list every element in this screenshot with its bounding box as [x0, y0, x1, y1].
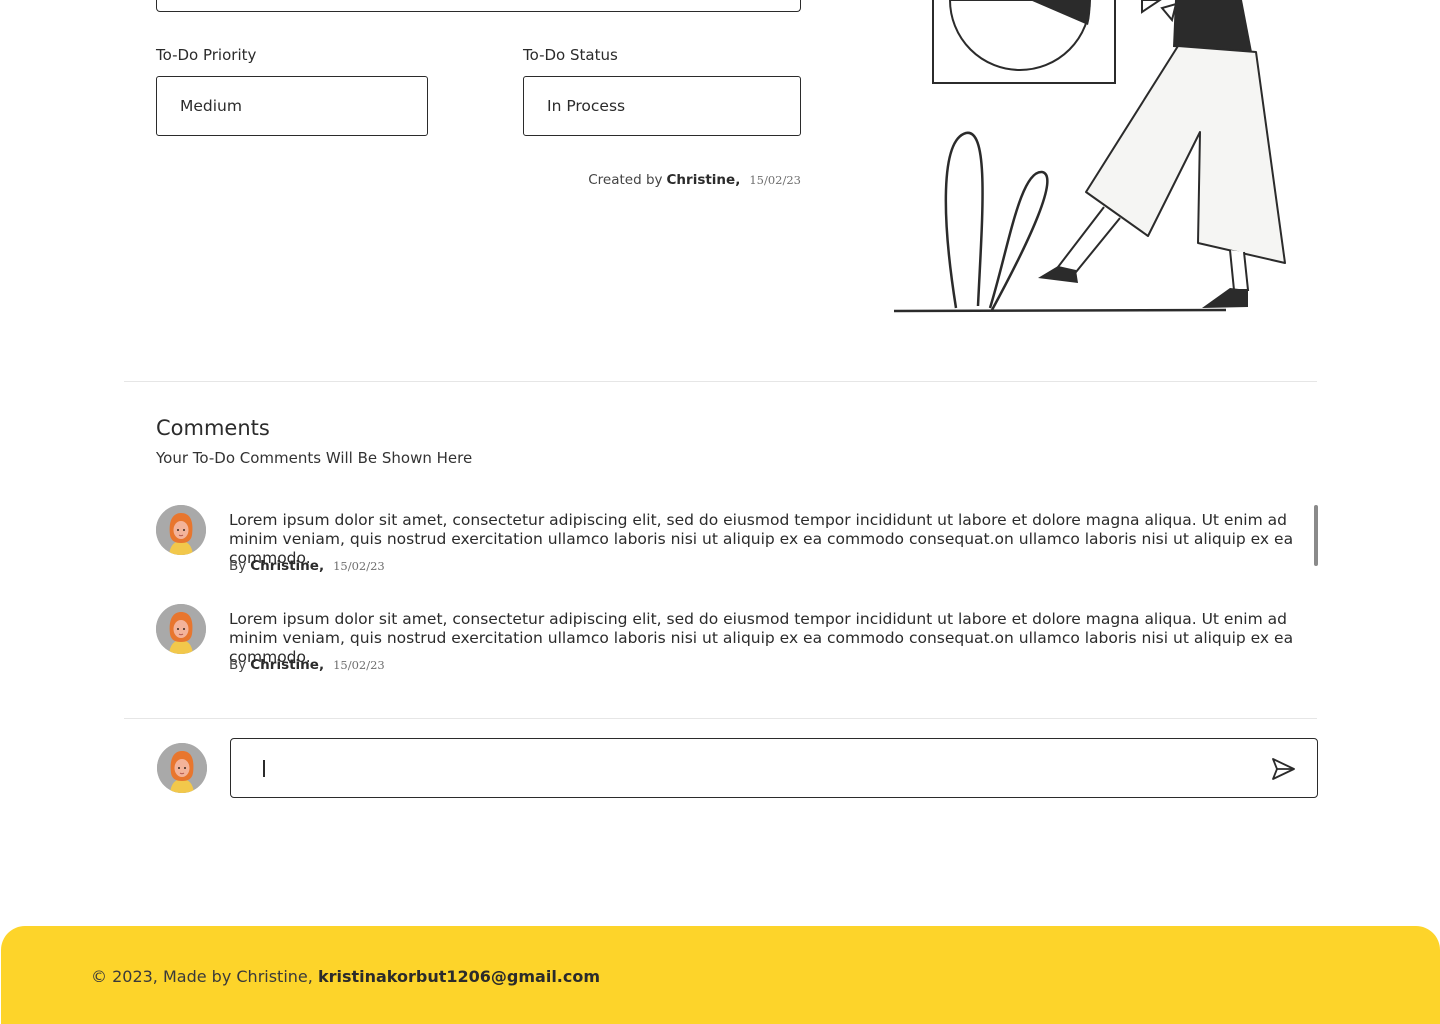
comment-meta: By Christine, 15/02/23: [229, 558, 385, 574]
footer-copyright: © 2023, Made by Christine,: [91, 967, 313, 986]
comment-by-label: By: [229, 657, 247, 673]
footer: © 2023, Made by Christine, kristinakorbu…: [1, 926, 1440, 1024]
comment-meta: By Christine, 15/02/23: [229, 657, 385, 673]
priority-label: To-Do Priority: [156, 46, 257, 64]
comment-date: 15/02/23: [333, 658, 385, 672]
text-caret: [263, 760, 265, 777]
footer-text: © 2023, Made by Christine, kristinakorbu…: [91, 967, 600, 986]
created-by: Created by Christine, 15/02/23: [588, 172, 801, 188]
comment-author: Christine,: [250, 657, 325, 673]
created-date: 15/02/23: [749, 173, 801, 187]
section-divider: [124, 381, 1317, 382]
comment-input-box[interactable]: [230, 738, 1318, 798]
priority-value: Medium: [180, 97, 242, 115]
avatar-icon: [156, 505, 206, 555]
comment-by-label: By: [229, 558, 247, 574]
avatar: [156, 505, 206, 555]
avatar-icon: [157, 743, 207, 793]
status-select[interactable]: In Process: [523, 76, 801, 136]
comment-date: 15/02/23: [333, 559, 385, 573]
footer-email-link[interactable]: kristinakorbut1206@gmail.com: [318, 967, 600, 986]
description-field[interactable]: [156, 0, 801, 12]
created-prefix: Created by: [588, 172, 663, 188]
comment-text: Lorem ipsum dolor sit amet, consectetur …: [229, 610, 1294, 666]
comment-text: Lorem ipsum dolor sit amet, consectetur …: [229, 511, 1294, 567]
status-value: In Process: [547, 97, 626, 115]
comments-scrollbar[interactable]: [1314, 505, 1318, 566]
send-icon: [1272, 758, 1295, 780]
illustration: [893, 0, 1286, 313]
send-button[interactable]: [1269, 755, 1297, 783]
avatar-icon: [156, 604, 206, 654]
comment-author: Christine,: [250, 558, 325, 574]
created-author: Christine,: [666, 172, 741, 188]
comments-title: Comments: [156, 416, 270, 440]
current-user-avatar: [157, 743, 207, 793]
priority-select[interactable]: Medium: [156, 76, 428, 136]
avatar: [156, 604, 206, 654]
comments-subtitle: Your To-Do Comments Will Be Shown Here: [156, 449, 473, 467]
comment-input[interactable]: [261, 756, 1241, 780]
input-divider: [124, 718, 1317, 719]
status-label: To-Do Status: [523, 46, 618, 64]
